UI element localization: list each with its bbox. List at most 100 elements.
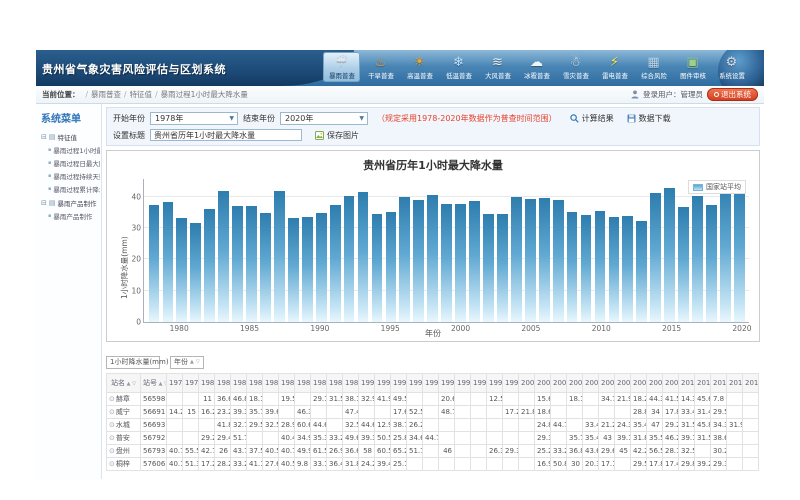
nav-settings[interactable]: ⚙系统设置	[713, 52, 750, 82]
row-expand-icon[interactable]: ⊙	[109, 447, 115, 455]
filter-funnel-icon[interactable]: ▽	[131, 381, 136, 387]
sidebar-item[interactable]: ▪暴雨过程日最大降水量	[48, 158, 100, 168]
col-header-year-2005[interactable]: 2005	[599, 374, 615, 393]
value-type-filter[interactable]: 1小时降水量(mm)	[106, 356, 160, 369]
col-header-year-1981[interactable]: 1981	[215, 374, 231, 393]
bar-1993[interactable]	[358, 192, 369, 322]
col-header-year-2013[interactable]: 2013	[727, 374, 743, 393]
bar-1980[interactable]	[176, 218, 187, 322]
col-header-year-1993[interactable]: 1993	[407, 374, 423, 393]
nav-low-temp[interactable]: ❄低温普查	[440, 52, 477, 82]
sidebar-group[interactable]: ⊟▤特征值	[41, 132, 100, 142]
nav-rainstorm[interactable]: ☔暴雨普查	[323, 52, 360, 82]
sort-asc-icon[interactable]: ▲	[190, 359, 194, 365]
bar-2002[interactable]	[483, 214, 494, 322]
bar-1998[interactable]	[427, 195, 438, 322]
col-header-year-1986[interactable]: 1986	[295, 374, 311, 393]
nav-snow-disaster[interactable]: ☃雪灾普查	[557, 52, 594, 82]
bar-1989[interactable]	[302, 217, 313, 322]
filter-funnel-icon[interactable]: ▽	[196, 359, 200, 365]
bar-1978[interactable]	[149, 205, 160, 322]
sidebar-item[interactable]: ▪暴雨过程累计降水量	[48, 184, 100, 194]
bar-1979[interactable]	[163, 202, 174, 322]
col-header-year-1982[interactable]: 1982	[231, 374, 247, 393]
bar-1991[interactable]	[330, 205, 341, 322]
col-header-year-1997[interactable]: 1997	[471, 374, 487, 393]
bar-1999[interactable]	[441, 204, 452, 322]
col-header-year-1979[interactable]: 1979	[183, 374, 199, 393]
bar-1990[interactable]	[316, 213, 327, 322]
col-header-year-1990[interactable]: 1990	[359, 374, 375, 393]
bar-2005[interactable]	[525, 199, 536, 322]
bar-2007[interactable]	[553, 200, 564, 322]
col-header-year-2004[interactable]: 2004	[583, 374, 599, 393]
nav-lightning[interactable]: ⚡雷电普查	[596, 52, 633, 82]
bar-2003[interactable]	[497, 214, 508, 322]
col-header-year-2012[interactable]: 2012	[711, 374, 727, 393]
bar-2004[interactable]	[511, 197, 522, 322]
col-header-year-1995[interactable]: 1995	[439, 374, 455, 393]
bar-1982[interactable]	[204, 209, 215, 322]
logout-button[interactable]: 退出系统	[707, 88, 758, 101]
col-header-year-1998[interactable]: 1998	[487, 374, 503, 393]
bar-1985[interactable]	[246, 206, 257, 322]
col-header-year-1978[interactable]: 1978	[167, 374, 183, 393]
col-header-year-2007[interactable]: 2007	[631, 374, 647, 393]
col-header-year-1984[interactable]: 1984	[263, 374, 279, 393]
nav-high-temp[interactable]: ☀高温普查	[401, 52, 438, 82]
col-header-year-2000[interactable]: 2000	[519, 374, 535, 393]
bar-1994[interactable]	[372, 214, 383, 322]
bar-2012[interactable]	[622, 216, 633, 322]
bar-1987[interactable]	[274, 191, 285, 322]
chart-legend[interactable]: 国家站平均	[688, 180, 746, 194]
bar-1986[interactable]	[260, 213, 271, 322]
year-filter[interactable]: 年份 ▲ ▽	[170, 356, 204, 369]
bar-2019[interactable]	[720, 183, 731, 322]
tree-collapse-icon[interactable]: ⊟	[41, 199, 47, 207]
col-header-year-2006[interactable]: 2006	[615, 374, 631, 393]
nav-hail[interactable]: ☁冰雹普查	[518, 52, 555, 82]
col-header-year-2014[interactable]: 2014	[743, 374, 759, 393]
bar-2011[interactable]	[609, 217, 620, 322]
bar-2017[interactable]	[692, 196, 703, 322]
bar-2008[interactable]	[567, 212, 578, 322]
sidebar-item[interactable]: ▪暴雨产品制作	[48, 211, 100, 221]
col-header-year-1989[interactable]: 1989	[343, 374, 359, 393]
row-expand-icon[interactable]: ⊙	[109, 395, 115, 403]
nav-wind[interactable]: ≋大风普查	[479, 52, 516, 82]
bar-1995[interactable]	[386, 212, 397, 322]
row-expand-icon[interactable]: ⊙	[109, 460, 115, 468]
bar-1997[interactable]	[413, 200, 424, 322]
bar-2016[interactable]	[678, 207, 689, 323]
nav-composite-risk[interactable]: ▦综合风险	[635, 52, 672, 82]
calculate-button[interactable]: 计算结果	[570, 113, 614, 124]
col-header-year-2008[interactable]: 2008	[647, 374, 663, 393]
sidebar-item[interactable]: ▪暴雨过程1小时最大降水量	[48, 145, 100, 155]
bar-2009[interactable]	[581, 215, 592, 322]
tree-collapse-icon[interactable]: ⊟	[41, 133, 47, 141]
download-button[interactable]: 数据下载	[627, 113, 671, 124]
bar-1992[interactable]	[344, 196, 355, 322]
bar-2015[interactable]	[664, 188, 675, 322]
nav-drought[interactable]: ♨干旱普查	[362, 52, 399, 82]
col-header-year-1994[interactable]: 1994	[423, 374, 439, 393]
breadcrumb-item[interactable]: 特征值	[130, 90, 153, 99]
bar-2018[interactable]	[706, 205, 717, 322]
bar-1988[interactable]	[288, 218, 299, 322]
row-expand-icon[interactable]: ⊙	[109, 434, 115, 442]
col-header-year-2001[interactable]: 2001	[535, 374, 551, 393]
col-header-year-2009[interactable]: 2009	[663, 374, 679, 393]
bar-1984[interactable]	[232, 206, 243, 322]
end-year-select[interactable]: 2020年▼	[280, 112, 368, 125]
bar-2014[interactable]	[650, 193, 661, 322]
col-header-year-1988[interactable]: 1988	[327, 374, 343, 393]
col-header-year-1992[interactable]: 1992	[391, 374, 407, 393]
breadcrumb-item[interactable]: 暴雨过程1小时最大降水量	[161, 90, 248, 99]
bar-1983[interactable]	[218, 191, 229, 322]
bar-1996[interactable]	[399, 197, 410, 322]
col-header-year-1980[interactable]: 1980	[199, 374, 215, 393]
row-expand-icon[interactable]: ⊙	[109, 408, 115, 416]
col-header-year-1985[interactable]: 1985	[279, 374, 295, 393]
bar-1981[interactable]	[190, 223, 201, 322]
col-header-year-2010[interactable]: 2010	[679, 374, 695, 393]
